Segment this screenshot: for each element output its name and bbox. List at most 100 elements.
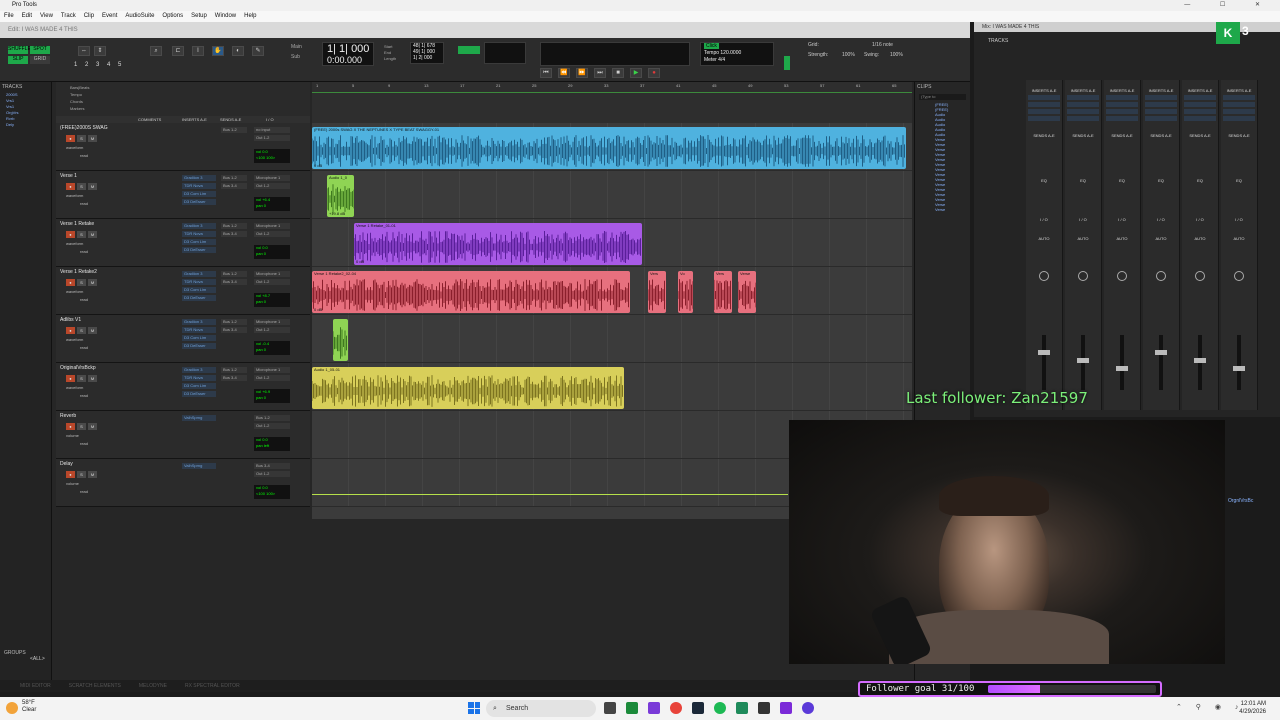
send-slot[interactable]: Bus 1-2 — [221, 367, 247, 373]
track-header[interactable]: Adlibs V1 ● S Mwaveform read Gradiion 3 TDR… — [56, 315, 310, 363]
tempo-display[interactable]: Click Tempo 120.0000 Meter 4/4 — [700, 42, 774, 66]
menu-audiosuite[interactable]: AudioSuite — [125, 11, 154, 22]
automation-mode[interactable]: read — [80, 201, 88, 206]
menu-edit[interactable]: Edit — [22, 11, 32, 22]
mixer-strip[interactable]: INSERTS A-E SENDS A-E EQ I / O AUTO — [1065, 80, 1102, 410]
mixer-strip[interactable]: INSERTS A-E SENDS A-E EQ I / O AUTO — [1182, 80, 1219, 410]
menu-setup[interactable]: Setup — [191, 11, 207, 22]
strip-insert[interactable] — [1028, 109, 1060, 114]
send-slot[interactable]: Bus 1-2 — [221, 175, 247, 181]
send-slot[interactable]: Bus 3-4 — [221, 279, 247, 285]
strip-insert[interactable] — [1223, 102, 1255, 107]
discord-icon[interactable] — [648, 702, 660, 714]
mute-button[interactable]: M — [88, 183, 97, 190]
strength-value[interactable]: 100% — [842, 52, 855, 58]
audio-clip[interactable] — [333, 319, 348, 361]
main-counter[interactable]: 1| 1| 000 0:00.000 — [322, 42, 374, 66]
output-selector[interactable]: Out 1-2 — [254, 279, 290, 285]
groups-all[interactable]: <ALL> — [30, 656, 45, 662]
automation-mode[interactable]: read — [80, 345, 88, 350]
track-header[interactable]: (FREE)2000S SWAG ● S Mwaveform read Bus 1-… — [56, 123, 310, 171]
track-name[interactable]: (FREE)2000S SWAG — [60, 125, 116, 132]
app-icon[interactable] — [736, 702, 748, 714]
insert-slot[interactable]: D3 DeEsser — [182, 295, 216, 301]
grid-mode-button[interactable]: GRID — [30, 56, 50, 64]
send-slot[interactable]: Bus 3-4 — [221, 327, 247, 333]
volume-fader[interactable] — [1042, 335, 1046, 390]
automation-mode[interactable]: read — [80, 393, 88, 398]
spotify-icon[interactable] — [714, 702, 726, 714]
solo-button[interactable]: S — [77, 327, 86, 334]
menu-window[interactable]: Window — [215, 11, 236, 22]
tracks-panel-item[interactable]: Dely — [6, 122, 51, 128]
mute-button[interactable]: M — [88, 327, 97, 334]
record-enable-button[interactable]: ● — [66, 279, 75, 286]
strip-insert[interactable] — [1106, 109, 1138, 114]
audio-clip[interactable]: Vers — [648, 271, 666, 313]
strip-insert[interactable] — [1184, 109, 1216, 114]
record-enable-button[interactable]: ● — [66, 375, 75, 382]
strip-insert[interactable] — [1145, 102, 1177, 107]
insert-slot[interactable]: D3 Com Lim — [182, 335, 216, 341]
audio-clip[interactable]: Vo — [678, 271, 693, 313]
obs-icon[interactable] — [802, 702, 814, 714]
send-slot[interactable]: Bus 3-4 — [221, 375, 247, 381]
mute-button[interactable]: M — [88, 231, 97, 238]
insert-slot[interactable]: D3 Com Lim — [182, 287, 216, 293]
trim-tool-icon[interactable]: ⊏ — [172, 46, 184, 56]
solo-button[interactable]: S — [77, 135, 86, 142]
volume-pan-display[interactable]: vol +6.9 pan 0 — [254, 389, 290, 403]
track-name[interactable]: Delay — [60, 461, 116, 468]
strip-insert[interactable] — [1223, 109, 1255, 114]
track-name[interactable]: Verse 1 — [60, 173, 116, 180]
weather-widget[interactable]: 58°F Clear — [22, 700, 36, 714]
pencil-tool-icon[interactable]: ✎ — [252, 46, 264, 56]
nudge-counter[interactable] — [484, 42, 526, 64]
track-header[interactable]: Verse 1 Retake2 ● S Mwaveform read Gradiio… — [56, 267, 310, 315]
strip-insert[interactable] — [1145, 109, 1177, 114]
output-selector[interactable]: Out 1-2 — [254, 471, 290, 477]
strip-insert[interactable] — [1067, 102, 1099, 107]
output-selector[interactable]: Out 1-2 — [254, 135, 290, 141]
strip-insert[interactable] — [1145, 116, 1177, 121]
pan-knob-icon[interactable] — [1039, 271, 1049, 281]
insert-slot[interactable]: D3 Com Lim — [182, 239, 216, 245]
track-name[interactable]: Adlibs V1 — [60, 317, 116, 324]
send-slot[interactable]: Bus 1-2 — [221, 127, 247, 133]
fader-cap[interactable] — [1155, 350, 1167, 355]
output-selector[interactable]: Out 1-2 — [254, 327, 290, 333]
menu-track[interactable]: Track — [61, 11, 76, 22]
solo-button[interactable]: S — [77, 231, 86, 238]
strip-insert[interactable] — [1028, 116, 1060, 121]
strip-insert[interactable] — [1067, 109, 1099, 114]
volume-pan-display[interactable]: vol 0.0 <100 100> — [254, 149, 290, 163]
solo-button[interactable]: S — [77, 375, 86, 382]
mixer-strip[interactable]: INSERTS A-E SENDS A-E EQ I / O AUTO — [1104, 80, 1141, 410]
volume-pan-display[interactable]: vol 0.0 pan 0 — [254, 245, 290, 259]
clip-list-item[interactable]: Verse — [935, 207, 970, 212]
input-selector[interactable]: Bus 1-2 — [254, 415, 290, 421]
scrubber-tool-icon[interactable]: ◐ — [232, 46, 244, 56]
insert-slot[interactable]: D3 DeEsser — [182, 343, 216, 349]
insert-slot[interactable]: D3 Com Lim — [182, 383, 216, 389]
track-lane[interactable]: (FREE) 2000s SWAG X THE NEPTUNES X TYPE … — [312, 123, 912, 171]
volume-pan-display[interactable]: vol +8.7 pan 0 — [254, 293, 290, 307]
insert-slot[interactable]: ValhSprng — [182, 415, 216, 421]
menu-help[interactable]: Help — [244, 11, 256, 22]
play-icon[interactable]: ▶ — [630, 68, 642, 78]
pan-knob-icon[interactable] — [1156, 271, 1166, 281]
insert-slot[interactable]: TDR Nova — [182, 375, 216, 381]
strip-insert[interactable] — [1106, 95, 1138, 100]
tab-melodyne[interactable]: MELODYNE — [139, 680, 167, 692]
audio-clip[interactable]: Audio 1_05-01 — [312, 367, 624, 409]
track-lane[interactable]: Verse 1 Retake2_02-04 0 dB Vers Vo Vers Verse — [312, 267, 912, 315]
tracks-panel-list[interactable]: 2000S Vrs1 Vrs1 OrgVrs Rvrb Dely — [0, 92, 51, 128]
mute-button[interactable]: M — [88, 471, 97, 478]
output-selector[interactable]: Out 1-2 — [254, 375, 290, 381]
mute-button[interactable]: M — [88, 423, 97, 430]
strip-insert[interactable] — [1106, 116, 1138, 121]
taskbar-clock[interactable]: 12:01 AM 4/29/2026 — [1239, 700, 1266, 716]
go-to-end-icon[interactable]: ⏭ — [594, 68, 606, 78]
fader-cap[interactable] — [1233, 366, 1245, 371]
record-enable-button[interactable]: ● — [66, 423, 75, 430]
